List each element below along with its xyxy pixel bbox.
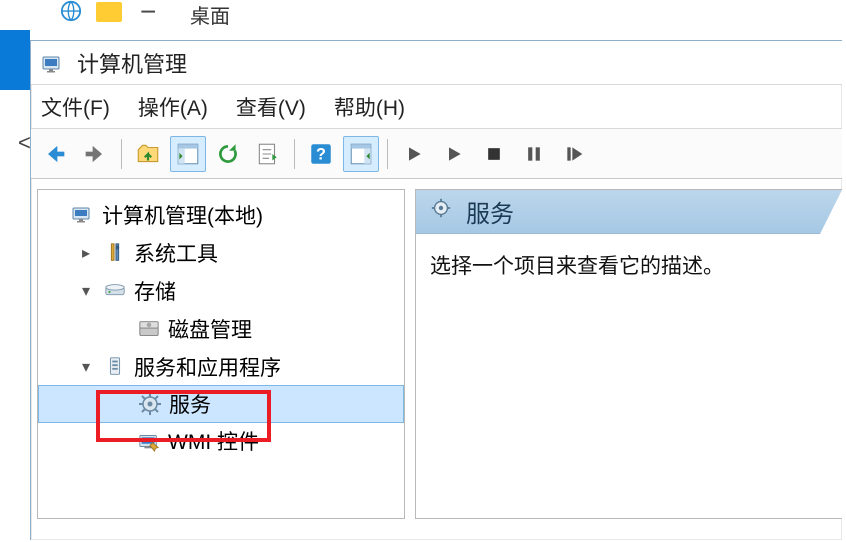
computer-management-window: 计算机管理 文件(F) 操作(A) 查看(V) 帮助(H) ? [30, 40, 842, 540]
start-service-alt-button[interactable] [436, 136, 472, 172]
tree-label-services: 服务 [169, 389, 211, 419]
tools-icon [102, 240, 128, 266]
background-minimize-icon: − [140, 0, 156, 28]
toolbar-separator [294, 139, 295, 169]
background-blue-bar [0, 30, 30, 90]
start-service-button[interactable] [396, 136, 432, 172]
tree-pane: 计算机管理(本地) ▸ 系统工具 ▾ 存储 [37, 189, 405, 519]
titlebar: 计算机管理 [31, 41, 842, 85]
gear-icon [137, 391, 163, 417]
client-area: 计算机管理(本地) ▸ 系统工具 ▾ 存储 [31, 179, 842, 540]
tree: 计算机管理(本地) ▸ 系统工具 ▾ 存储 [38, 190, 404, 466]
wmi-icon [136, 428, 162, 454]
forward-button[interactable] [77, 136, 113, 172]
tree-node-services[interactable]: 服务 [38, 385, 404, 423]
storage-icon [102, 278, 128, 304]
show-hide-tree-button[interactable] [170, 136, 206, 172]
disk-mgmt-icon [136, 316, 162, 342]
tree-node-wmi[interactable]: WMI 控件 [38, 422, 404, 460]
menu-file[interactable]: 文件(F) [41, 92, 110, 122]
detail-pane: 服务 选择一个项目来查看它的描述。 [415, 189, 842, 519]
detail-header: 服务 [416, 190, 842, 234]
computer-mgmt-icon [70, 202, 96, 228]
tree-label-wmi: WMI 控件 [168, 426, 259, 456]
background-desktop-label: 桌面 [190, 0, 230, 29]
background-globe-icon [60, 0, 82, 22]
detail-title: 服务 [466, 194, 514, 229]
svg-text:?: ? [316, 145, 326, 163]
background-folder-icon [96, 2, 122, 22]
detail-hint: 选择一个项目来查看它的描述。 [416, 234, 842, 296]
gear-icon [430, 197, 452, 226]
stop-service-button[interactable] [476, 136, 512, 172]
toolbar: ? [31, 129, 842, 179]
refresh-button[interactable] [210, 136, 246, 172]
tree-node-storage[interactable]: ▾ 存储 [38, 272, 404, 310]
background-chevron-left-icon: < [18, 130, 31, 156]
menu-action[interactable]: 操作(A) [138, 92, 208, 122]
export-list-button[interactable] [250, 136, 286, 172]
tree-label-disk-mgmt: 磁盘管理 [168, 314, 252, 344]
pause-service-button[interactable] [516, 136, 552, 172]
tree-label-root: 计算机管理(本地) [102, 200, 263, 230]
restart-service-button[interactable] [556, 136, 592, 172]
app-icon [41, 51, 65, 75]
background-strip [0, 0, 846, 40]
tree-label-storage: 存储 [134, 276, 176, 306]
help-button[interactable]: ? [303, 136, 339, 172]
tree-label-services-apps: 服务和应用程序 [134, 352, 281, 382]
tree-node-disk-management[interactable]: 磁盘管理 [38, 310, 404, 348]
menu-view[interactable]: 查看(V) [236, 92, 306, 122]
tree-node-system-tools[interactable]: ▸ 系统工具 [38, 234, 404, 272]
chevron-down-icon[interactable]: ▾ [76, 281, 96, 301]
tree-node-services-apps[interactable]: ▾ 服务和应用程序 [38, 348, 404, 386]
menubar: 文件(F) 操作(A) 查看(V) 帮助(H) [31, 85, 842, 129]
menu-help[interactable]: 帮助(H) [334, 92, 405, 122]
toolbar-separator [387, 139, 388, 169]
chevron-right-icon[interactable]: ▸ [76, 243, 96, 263]
tree-node-root[interactable]: 计算机管理(本地) [38, 196, 404, 234]
toolbar-separator [121, 139, 122, 169]
services-apps-icon [102, 354, 128, 380]
back-button[interactable] [37, 136, 73, 172]
up-folder-button[interactable] [130, 136, 166, 172]
window-title: 计算机管理 [77, 47, 187, 79]
chevron-down-icon[interactable]: ▾ [76, 357, 96, 377]
tree-label-system-tools: 系统工具 [134, 238, 218, 268]
show-hide-actionpane-button[interactable] [343, 136, 379, 172]
